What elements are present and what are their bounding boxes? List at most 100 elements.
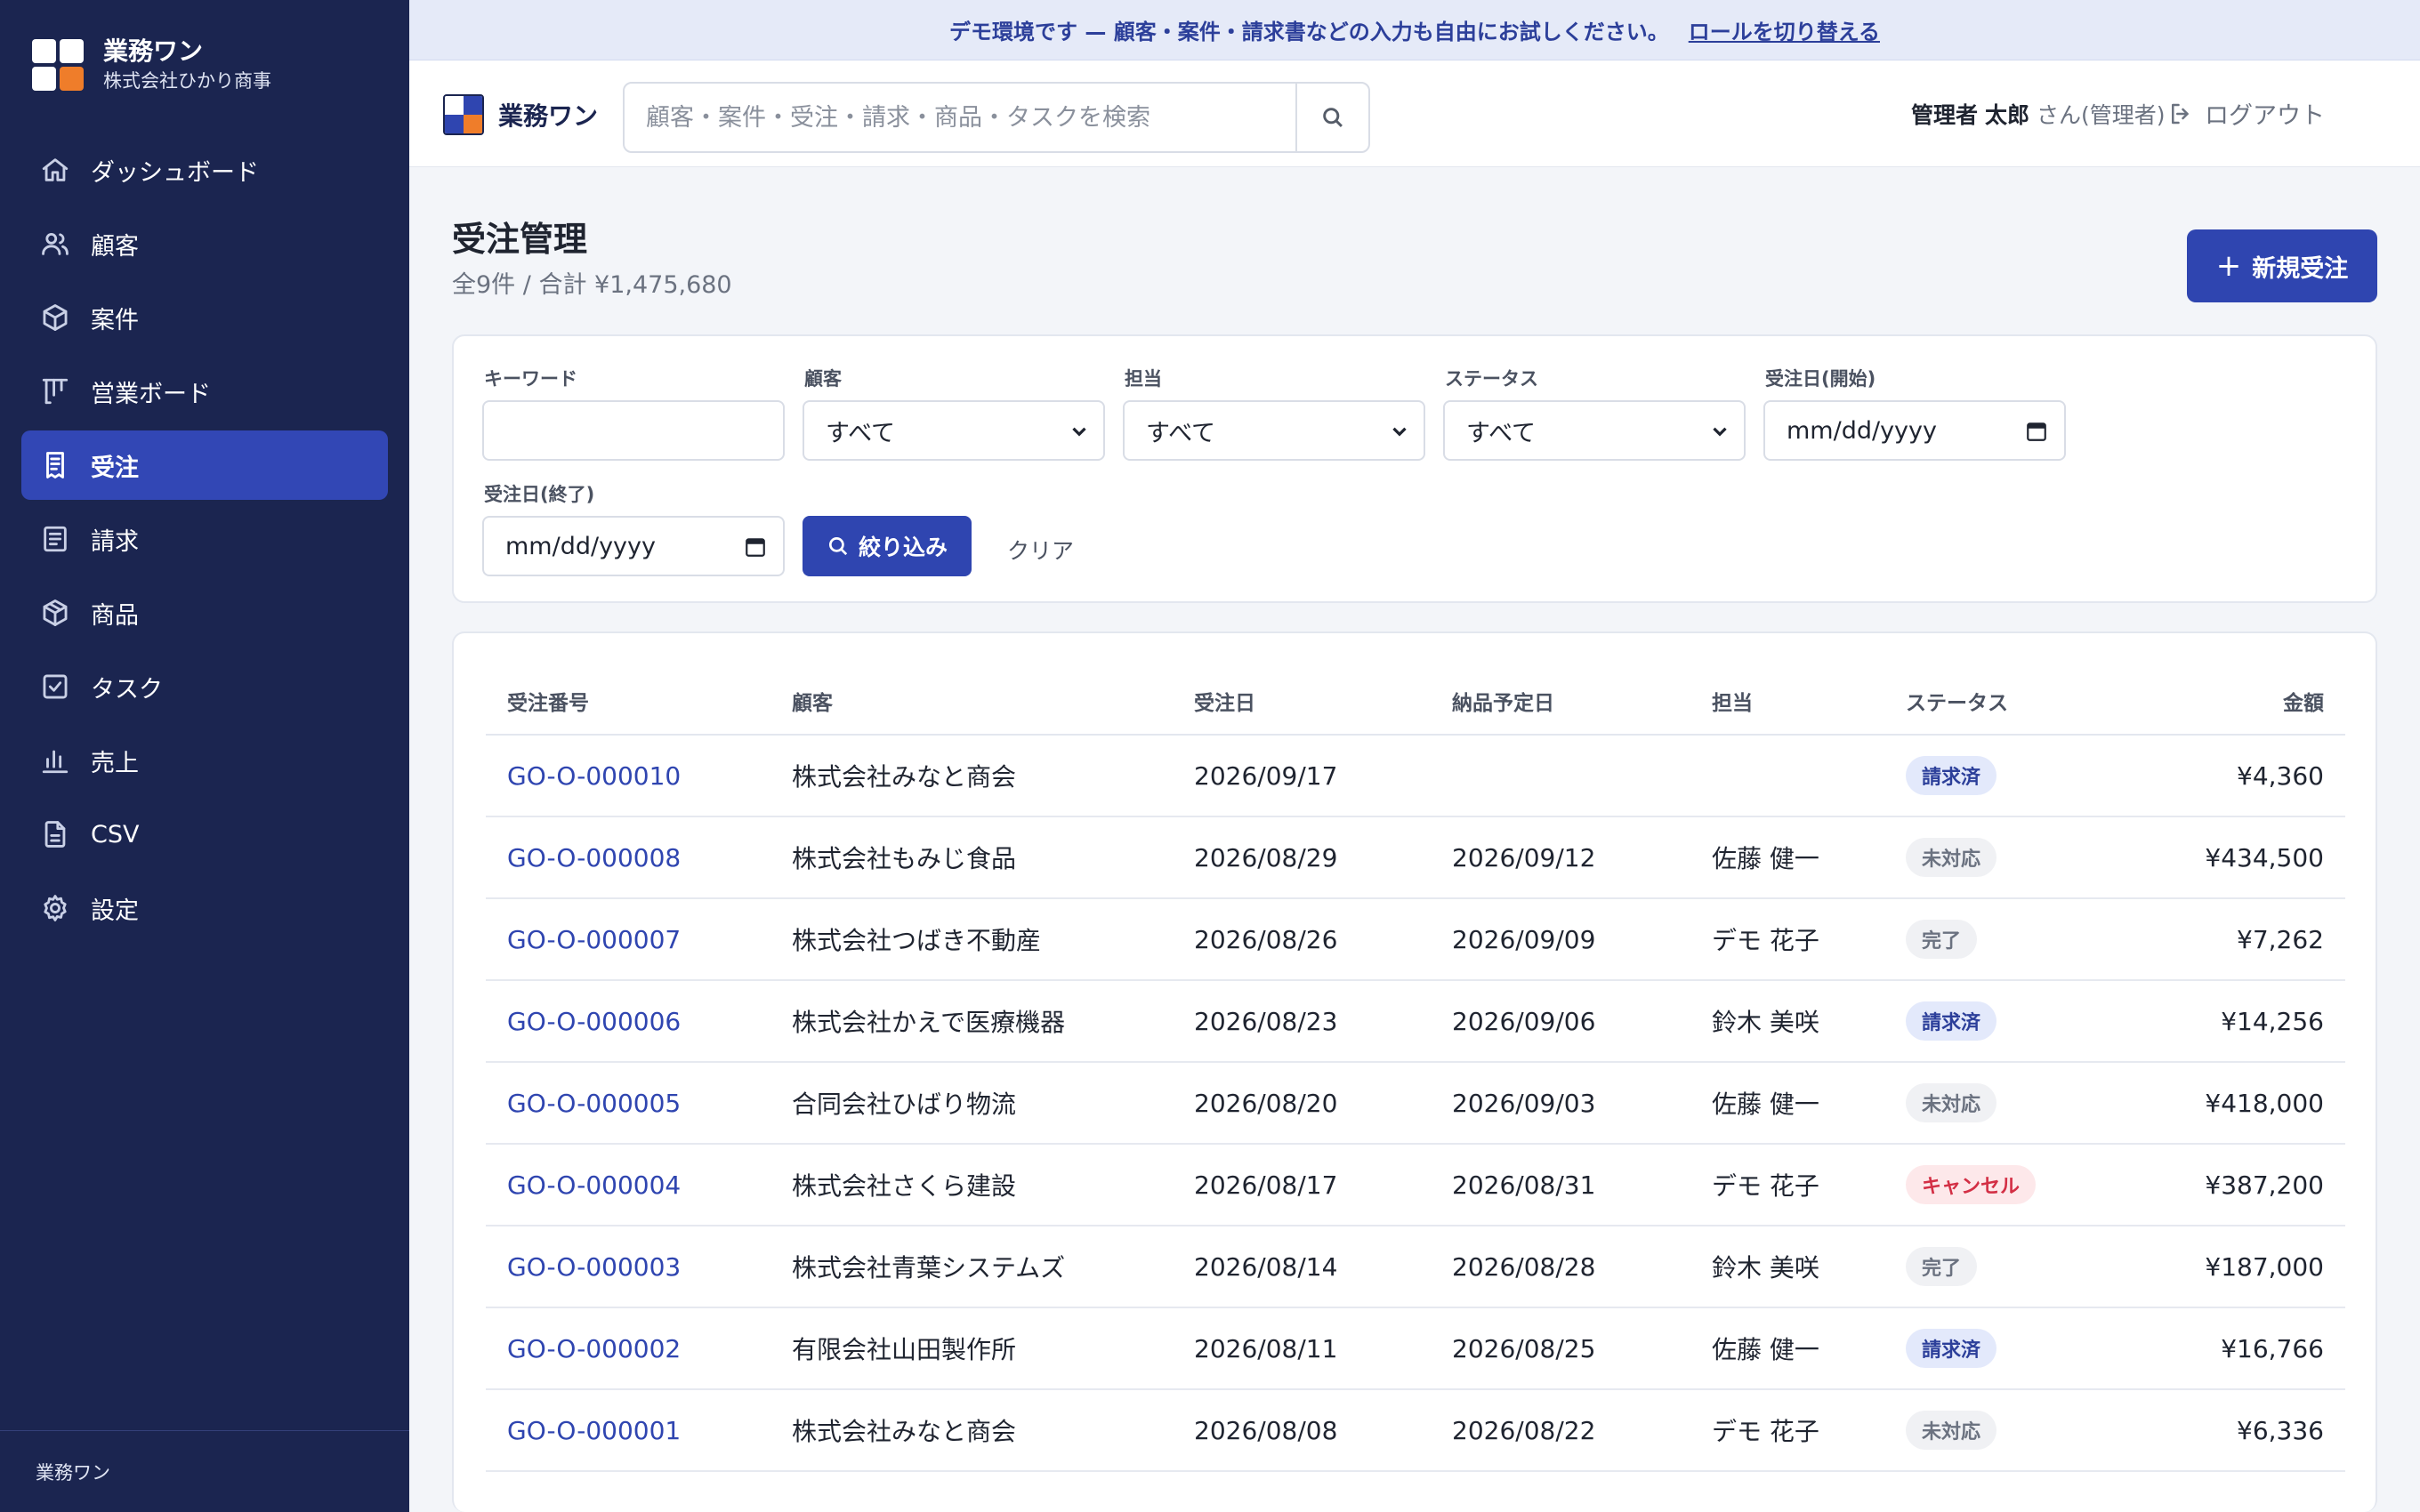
table-row[interactable]: GO-O-000003 株式会社青葉システムズ 2026/08/14 2026/08/… — [486, 1226, 2345, 1307]
table-row[interactable]: GO-O-000008 株式会社もみじ食品 2026/08/29 2026/09/12… — [486, 816, 2345, 898]
order-link[interactable]: GO-O-000001 — [507, 1416, 681, 1445]
app-name: 業務ワン — [103, 36, 204, 66]
date-to-value: mm/dd/yyyy — [505, 532, 656, 560]
sidebar-item-dashboard[interactable]: ダッシュボード — [21, 135, 388, 205]
orders-table: 受注番号 顧客 受注日 納品予定日 担当 ステータス 金額 GO-O-00001… — [486, 667, 2345, 1472]
order-no-cell: GO-O-000010 — [486, 735, 770, 816]
date-from-input[interactable]: mm/dd/yyyy — [1763, 400, 2066, 461]
status-badge: 完了 — [1906, 920, 1978, 959]
sidebar-brand[interactable]: 業務ワン 株式会社ひかり商事 — [32, 36, 271, 94]
user-name: 太郎 — [1984, 102, 2029, 128]
column-header-owner[interactable]: 担当 — [1690, 667, 1884, 735]
file-icon — [39, 818, 71, 850]
table-row[interactable]: GO-O-000006 株式会社かえで医療機器 2026/08/23 2026/09/… — [486, 980, 2345, 1062]
sidebar-item-deals[interactable]: 案件 — [21, 283, 388, 352]
sidebar-item-orders[interactable]: 受注 — [21, 430, 388, 500]
owner-cell: デモ 花子 — [1712, 1417, 1819, 1446]
status-cell: 請求済 — [1884, 735, 2116, 816]
customer-cell: 株式会社もみじ食品 — [792, 844, 1017, 873]
chevron-down-icon — [1708, 420, 1731, 443]
amount-cell: ¥7,262 — [2237, 924, 2324, 954]
logout-button[interactable]: ログアウト — [2167, 96, 2325, 131]
date-to-input[interactable]: mm/dd/yyyy — [482, 516, 785, 576]
order-link[interactable]: GO-O-000010 — [507, 761, 681, 791]
sidebar-item-customers[interactable]: 顧客 — [21, 209, 388, 278]
date-to-label: 受注日(終了) — [484, 484, 595, 505]
owner-cell: 鈴木 美咲 — [1712, 1008, 1819, 1037]
topbar-brand[interactable]: 業務ワン — [443, 94, 598, 135]
order-link[interactable]: GO-O-000002 — [507, 1334, 681, 1363]
delivery-date-cell: 2026/08/28 — [1452, 1251, 1596, 1282]
new-order-button[interactable]: + 新規受注 — [2187, 229, 2377, 302]
column-header-status[interactable]: ステータス — [1884, 667, 2116, 735]
table-row[interactable]: GO-O-000004 株式会社さくら建設 2026/08/17 2026/08/31… — [486, 1144, 2345, 1226]
sidebar-item-csv[interactable]: CSV — [21, 800, 388, 869]
customer-cell: 株式会社さくら建設 — [792, 1171, 1017, 1201]
order-link[interactable]: GO-O-000008 — [507, 843, 681, 873]
column-header-order-date[interactable]: 受注日 — [1173, 667, 1431, 735]
date-from-label: 受注日(開始) — [1765, 368, 1876, 390]
table-row[interactable]: GO-O-000005 合同会社ひばり物流 2026/08/20 2026/09/03… — [486, 1062, 2345, 1144]
status-cell: 請求済 — [1884, 1307, 2116, 1389]
column-header-customer[interactable]: 顧客 — [770, 667, 1173, 735]
search-icon — [1323, 108, 1343, 127]
sidebar-item-settings[interactable]: 設定 — [21, 873, 388, 943]
sidebar-item-sales[interactable]: 売上 — [21, 726, 388, 795]
invoice-icon — [39, 523, 71, 555]
status-badge: 未対応 — [1906, 1083, 1997, 1122]
clear-filter-button[interactable]: クリア — [1007, 534, 1074, 566]
column-header-delivery-date[interactable]: 納品予定日 — [1431, 667, 1690, 735]
amount-cell: ¥434,500 — [2205, 842, 2324, 873]
order-link[interactable]: GO-O-000007 — [507, 925, 681, 954]
user-info: 管理者 太郎 さん(管理者) — [1911, 98, 2165, 130]
delivery-date-cell: 2026/08/25 — [1452, 1333, 1596, 1363]
sidebar-item-label: CSV — [91, 820, 140, 848]
sidebar-item-label: 案件 — [91, 306, 139, 334]
search-icon — [828, 536, 848, 556]
customer-select-value: すべて — [826, 419, 896, 447]
table-row[interactable]: GO-O-000001 株式会社みなと商会 2026/08/08 2026/08/22… — [486, 1389, 2345, 1471]
customer-cell: 有限会社山田製作所 — [792, 1335, 1017, 1364]
logout-icon — [2172, 103, 2189, 124]
order-link[interactable]: GO-O-000004 — [507, 1170, 681, 1200]
amount-cell: ¥187,000 — [2205, 1251, 2324, 1282]
order-date-cell: 2026/08/29 — [1194, 842, 1338, 873]
order-no-cell: GO-O-000004 — [486, 1144, 770, 1226]
order-no-cell: GO-O-000005 — [486, 1062, 770, 1144]
table-header-row: 受注番号 顧客 受注日 納品予定日 担当 ステータス 金額 — [486, 667, 2345, 735]
column-header-amount[interactable]: 金額 — [2116, 667, 2345, 735]
calendar-icon[interactable] — [744, 535, 767, 559]
order-link[interactable]: GO-O-000003 — [507, 1252, 681, 1282]
owner-cell — [1690, 735, 1884, 816]
customer-select[interactable]: すべて — [803, 400, 1105, 461]
box-icon — [39, 302, 71, 334]
check-square-icon — [39, 671, 71, 703]
sidebar-item-products[interactable]: 商品 — [21, 578, 388, 647]
topbar: 業務ワン 管理者 太郎 さん(管理者) ログアウト — [409, 60, 2420, 167]
delivery-date-cell: 2026/09/06 — [1452, 1006, 1596, 1036]
apply-filter-button[interactable]: 絞り込み — [803, 516, 972, 576]
order-date-cell: 2026/08/14 — [1194, 1251, 1338, 1282]
search-input[interactable] — [625, 84, 1295, 151]
order-link[interactable]: GO-O-000005 — [507, 1089, 681, 1118]
sidebar-item-invoices[interactable]: 請求 — [21, 504, 388, 574]
column-header-order-no[interactable]: 受注番号 — [486, 667, 770, 735]
switch-role-link[interactable]: ロールを切り替える — [1689, 14, 1880, 45]
calendar-icon[interactable] — [2025, 420, 2048, 443]
customer-cell: 株式会社つばき不動産 — [792, 926, 1042, 955]
sidebar-item-tasks[interactable]: タスク — [21, 652, 388, 721]
table-row[interactable]: GO-O-000002 有限会社山田製作所 2026/08/11 2026/08/25… — [486, 1307, 2345, 1389]
orders-table-card: 受注番号 顧客 受注日 納品予定日 担当 ステータス 金額 GO-O-00001… — [452, 631, 2377, 1512]
sidebar-item-sales-board[interactable]: 営業ボード — [21, 357, 388, 426]
search-button[interactable] — [1295, 84, 1368, 151]
table-row[interactable]: GO-O-000010 株式会社みなと商会 2026/09/17 請求済 ¥4,360 — [486, 735, 2345, 816]
customer-label: 顧客 — [804, 368, 842, 390]
table-row[interactable]: GO-O-000007 株式会社つばき不動産 2026/08/26 2026/09/0… — [486, 898, 2345, 980]
order-link[interactable]: GO-O-000006 — [507, 1007, 681, 1036]
sidebar-nav: ダッシュボード 顧客 案件 営業ボード 受注 請求 商品 タスク 売上 CSV … — [21, 135, 388, 947]
keyword-input[interactable] — [482, 400, 785, 461]
home-icon — [39, 154, 71, 186]
owner-select[interactable]: すべて — [1123, 400, 1425, 461]
status-select[interactable]: すべて — [1443, 400, 1746, 461]
new-order-label: 新規受注 — [2252, 254, 2349, 283]
